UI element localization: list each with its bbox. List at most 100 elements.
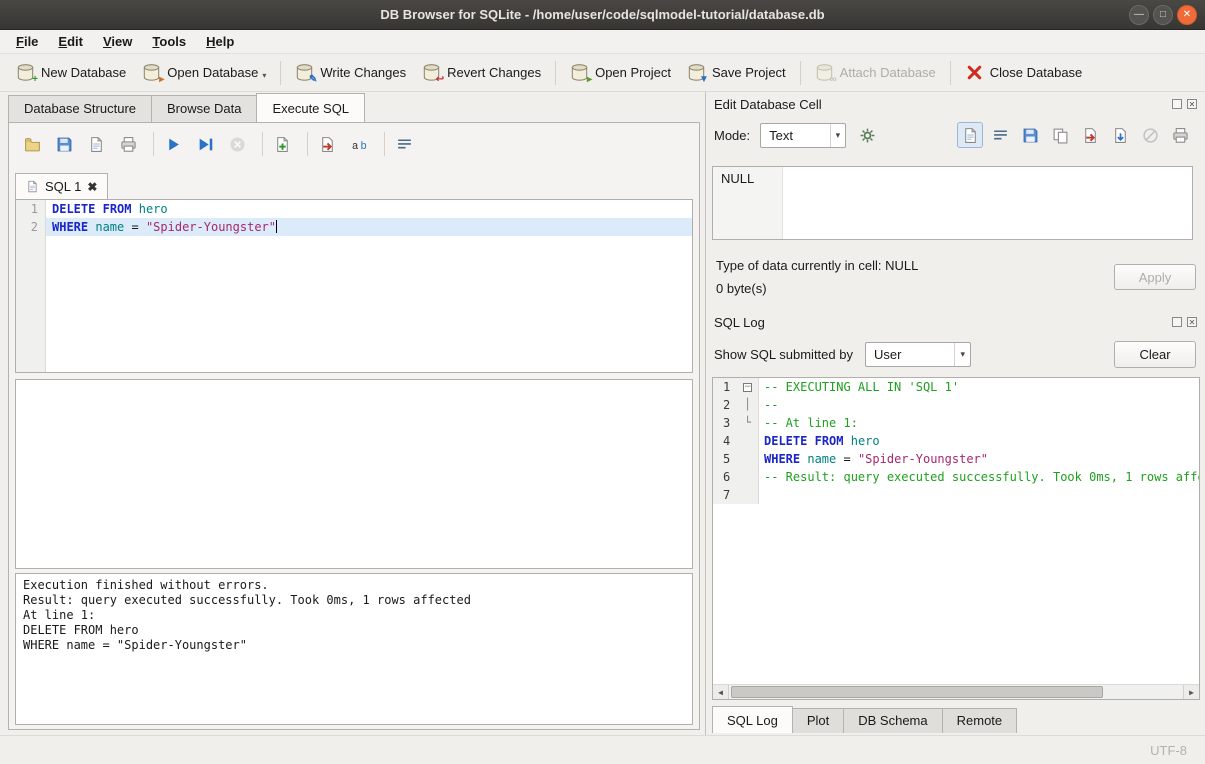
float-dock-icon[interactable] [1172, 99, 1182, 109]
sql-tab-close-icon[interactable]: ✖ [87, 180, 97, 194]
scrollbar-track[interactable] [729, 685, 1183, 699]
line-number: 4 [713, 432, 737, 450]
svg-text:a: a [352, 139, 358, 151]
log-line: 7 [713, 486, 1199, 504]
dock-tab-plot[interactable]: Plot [792, 708, 844, 733]
sql-log-dock-header: SQL Log ✕ [706, 310, 1205, 334]
menu-bar: FileEditViewToolsHelp [0, 30, 1205, 54]
log-line: 4DELETE FROM hero [713, 432, 1199, 450]
word-wrap-cell-icon[interactable] [987, 122, 1013, 148]
dock-tab-remote[interactable]: Remote [942, 708, 1018, 733]
toolbar-open-project[interactable]: ▸Open Project [562, 58, 679, 87]
minimize-button[interactable]: ― [1129, 5, 1149, 25]
scrollbar-thumb[interactable] [731, 686, 1103, 698]
revert-changes-icon: ↩ [422, 63, 441, 82]
dock-tab-bar: SQL LogPlotDB SchemaRemote [712, 707, 1016, 733]
log-line: 2│-- [713, 396, 1199, 414]
open-database-icon: ▸ [142, 63, 161, 82]
execution-message: Execution finished without errors. Resul… [15, 573, 693, 725]
import-data-icon[interactable] [1017, 122, 1043, 148]
tab-execute-sql[interactable]: Execute SQL [256, 93, 365, 122]
execute-all-icon[interactable] [160, 131, 186, 157]
open-new-tab-icon[interactable] [269, 131, 295, 157]
save-as-file-icon[interactable] [1107, 122, 1133, 148]
toolbar-write-changes[interactable]: ✎Write Changes [287, 58, 414, 87]
dock-tab-db-schema[interactable]: DB Schema [843, 708, 942, 733]
line-number: 1 [16, 200, 46, 218]
clear-log-button[interactable]: Clear [1114, 341, 1196, 368]
scroll-right-icon[interactable]: ▶ [1183, 685, 1199, 699]
format-sql-icon[interactable]: ab [346, 131, 372, 157]
line-number: 2 [713, 396, 737, 414]
menu-view[interactable]: View [93, 30, 142, 53]
cell-type-info: Type of data currently in cell: NULL [716, 258, 918, 273]
tab-database-structure[interactable]: Database Structure [8, 95, 152, 122]
close-dock-icon[interactable]: ✕ [1187, 317, 1197, 327]
toolbar-new-database[interactable]: +New Database [8, 58, 134, 87]
print-sql-icon[interactable] [115, 131, 141, 157]
close-dock-icon[interactable]: ✕ [1187, 99, 1197, 109]
toolbar-save-project[interactable]: ▼Save Project [679, 58, 794, 87]
execute-sql-frame: ab SQL 1 ✖ 1DELETE FROM hero2WHERE name … [8, 122, 700, 730]
tab-browse-data[interactable]: Browse Data [151, 95, 257, 122]
log-line: 5WHERE name = "Spider-Youngster" [713, 450, 1199, 468]
text-mode-icon[interactable] [957, 122, 983, 148]
scroll-left-icon[interactable]: ◀ [713, 685, 729, 699]
sql-tab-bar: SQL 1 ✖ [15, 171, 108, 199]
log-filter-label: Show SQL submitted by [714, 347, 853, 362]
execute-current-line-icon[interactable] [192, 131, 218, 157]
copy-data-icon[interactable] [1047, 122, 1073, 148]
sql-tab[interactable]: SQL 1 ✖ [15, 173, 108, 199]
set-null-icon [1137, 122, 1163, 148]
export-results-icon[interactable] [314, 131, 340, 157]
window-title: DB Browser for SQLite - /home/user/code/… [380, 7, 824, 22]
attach-database-icon: ∞ [815, 63, 834, 82]
maximize-button[interactable]: □ [1153, 5, 1173, 25]
line-number: 7 [713, 486, 737, 504]
log-filter-value: User [874, 347, 901, 362]
edit-cell-dock-header: Edit Database Cell ✕ [706, 92, 1205, 116]
new-database-icon: + [16, 63, 35, 82]
main-area: Database StructureBrowse DataExecute SQL… [0, 92, 1205, 735]
float-dock-icon[interactable] [1172, 317, 1182, 327]
apply-button[interactable]: Apply [1114, 264, 1196, 290]
menu-file[interactable]: File [6, 30, 48, 53]
results-pane [15, 379, 693, 569]
left-panel: Database StructureBrowse DataExecute SQL… [0, 92, 705, 735]
fold-marker-icon [737, 468, 759, 486]
open-project-icon: ▸ [570, 63, 589, 82]
toolbar-open-database[interactable]: ▸Open Database▾ [134, 58, 274, 87]
save-project-icon: ▼ [687, 63, 706, 82]
dock-tab-sql-log[interactable]: SQL Log [712, 706, 793, 733]
sql-log-view[interactable]: 1−-- EXECUTING ALL IN 'SQL 1'2│--3└-- At… [712, 377, 1200, 700]
fold-marker-icon [737, 486, 759, 504]
menu-edit[interactable]: Edit [48, 30, 93, 53]
app-window: DB Browser for SQLite - /home/user/code/… [0, 0, 1205, 764]
open-sql-file-icon[interactable] [19, 131, 45, 157]
save-sql-as-icon[interactable] [83, 131, 109, 157]
toolbar-close-database[interactable]: Close Database [957, 58, 1091, 87]
menu-help[interactable]: Help [196, 30, 244, 53]
fold-marker-icon: │ [737, 396, 759, 414]
line-number: 1 [713, 378, 737, 396]
line-number: 5 [713, 450, 737, 468]
sql-editor[interactable]: 1DELETE FROM hero2WHERE name = "Spider-Y… [15, 199, 693, 373]
sql-tab-label: SQL 1 [45, 179, 81, 194]
menu-tools[interactable]: Tools [142, 30, 196, 53]
chevron-down-icon: ▾ [262, 71, 266, 80]
log-horizontal-scrollbar[interactable]: ◀ ▶ [713, 684, 1199, 699]
close-window-button[interactable]: ✕ [1177, 5, 1197, 25]
fold-marker-icon: − [737, 378, 759, 396]
fold-collapse-icon[interactable]: − [743, 383, 752, 392]
mode-combobox[interactable]: Text ▾ [760, 123, 846, 148]
export-data-icon[interactable] [1077, 122, 1103, 148]
auto-switch-mode-icon[interactable] [854, 122, 880, 148]
toolbar-revert-changes[interactable]: ↩Revert Changes [414, 58, 549, 87]
cell-editor[interactable]: NULL [712, 166, 1193, 240]
print-cell-icon[interactable] [1167, 122, 1193, 148]
cell-size-info: 0 byte(s) [716, 281, 767, 296]
log-filter-combobox[interactable]: User ▾ [865, 342, 971, 367]
log-filter-row: Show SQL submitted by User ▾ [714, 341, 971, 368]
save-sql-file-icon[interactable] [51, 131, 77, 157]
word-wrap-icon[interactable] [391, 131, 417, 157]
